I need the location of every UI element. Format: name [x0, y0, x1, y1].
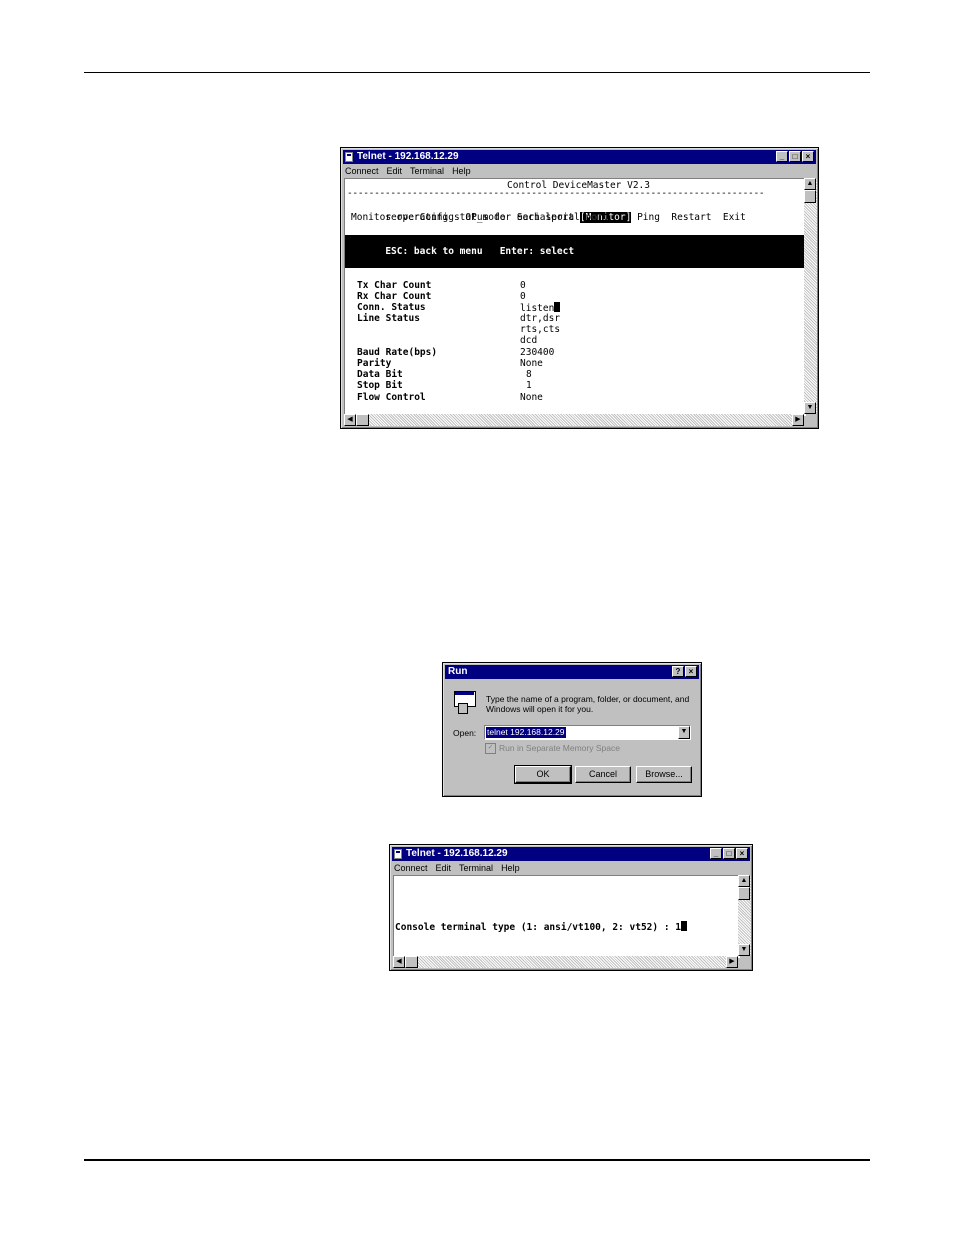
horizontal-scrollbar[interactable]: ◀ ▶ — [344, 414, 804, 426]
text-cursor — [554, 302, 561, 312]
horizontal-scrollbar[interactable]: ◀ ▶ — [393, 956, 738, 968]
text-cursor — [680, 921, 687, 931]
field-value-data-bit: 8 — [526, 369, 532, 380]
menu-description: Monitor operating status for each serial… — [351, 212, 609, 223]
menu-terminal[interactable]: Terminal — [410, 165, 444, 177]
field-label-port-number: Port Number — [357, 258, 420, 269]
terminal-type-prompt: Console terminal type (1: ansi/vt100, 2:… — [395, 921, 687, 933]
terminal-screen[interactable]: Control DeviceMaster V2.3 --------------… — [344, 178, 806, 416]
hscroll-thumb[interactable] — [405, 956, 418, 968]
menu-connect[interactable]: Connect — [394, 862, 428, 874]
telnet-app-icon — [345, 152, 353, 162]
terminal-screen[interactable]: Console terminal type (1: ansi/vt100, 2:… — [393, 875, 740, 958]
telnet-window-monitor: Telnet - 192.168.12.29 _ □ × Connect Edi… — [340, 147, 819, 429]
scroll-left-button[interactable]: ◀ — [393, 956, 405, 968]
scroll-right-button[interactable]: ▶ — [726, 956, 738, 968]
maximize-button[interactable]: □ — [789, 151, 801, 162]
menu-restart[interactable]: Restart — [671, 212, 711, 223]
menu-edit[interactable]: Edit — [436, 862, 452, 874]
open-input[interactable]: telnet 192.168.12.29 — [486, 727, 566, 738]
field-label-rx-count: Rx Char Count — [357, 291, 432, 302]
close-button[interactable]: × — [736, 848, 748, 859]
minimize-button[interactable]: _ — [710, 848, 722, 859]
scroll-right-button[interactable]: ▶ — [792, 414, 804, 426]
field-label-baud-rate: Baud Rate(bps) — [357, 347, 438, 358]
menu-ping[interactable]: Ping — [637, 212, 660, 223]
field-label-parity: Parity — [357, 358, 392, 369]
menu-bar: Connect Edit Terminal Help — [345, 165, 471, 177]
field-value-line-status-1: dtr,dsr — [520, 313, 561, 324]
scroll-left-button[interactable]: ◀ — [344, 414, 356, 426]
ok-button[interactable]: OK — [514, 765, 572, 784]
title-bar[interactable]: Telnet - 192.168.12.29 _ □ × — [343, 150, 816, 164]
footer-rule — [84, 1159, 870, 1161]
menu-edit[interactable]: Edit — [387, 165, 403, 177]
field-value-line-status-3: dcd — [520, 335, 538, 346]
field-value-rx-count: 0 — [520, 291, 526, 302]
menu-exit[interactable]: Exit — [723, 212, 746, 223]
window-title: Telnet - 192.168.12.29 — [357, 151, 459, 162]
field-value-port-number: 1 — [520, 258, 526, 269]
separate-memory-checkbox[interactable]: ✓ — [485, 743, 496, 754]
scroll-up-button[interactable]: ▲ — [804, 178, 816, 190]
hscroll-thumb[interactable] — [356, 414, 369, 426]
browse-button[interactable]: Browse... — [636, 766, 692, 783]
vertical-scrollbar[interactable]: ▲ ▼ — [738, 875, 751, 956]
run-title-bar[interactable]: Run ? × — [445, 665, 699, 679]
scroll-down-button[interactable]: ▼ — [738, 944, 750, 956]
close-button[interactable]: × — [802, 151, 814, 162]
field-value-stop-bit: 1 — [526, 380, 532, 391]
menu-bar: Connect Edit Terminal Help — [394, 862, 520, 874]
run-title: Run — [448, 666, 468, 677]
help-button[interactable]: ? — [672, 666, 684, 677]
menu-help[interactable]: Help — [501, 862, 520, 874]
divider: ----------------------------------------… — [347, 188, 765, 199]
run-program-icon — [454, 691, 476, 714]
field-label-stop-bit: Stop Bit — [357, 380, 403, 391]
scroll-thumb[interactable] — [804, 190, 816, 203]
run-dialog: Run ? × Type the name of a program, fold… — [442, 662, 702, 797]
header-rule — [84, 72, 870, 73]
field-value-line-status-2: rts,cts — [520, 324, 561, 335]
vertical-scrollbar[interactable]: ▲ ▼ — [804, 178, 817, 414]
field-value-parity: None — [520, 358, 543, 369]
scroll-thumb[interactable] — [738, 887, 750, 900]
run-instructions: Type the name of a program, folder, or d… — [486, 694, 690, 714]
field-label-data-bit: Data Bit — [357, 369, 403, 380]
scroll-up-button[interactable]: ▲ — [738, 875, 750, 887]
menu-terminal[interactable]: Terminal — [459, 862, 493, 874]
field-label-conn-status: Conn. Status — [357, 302, 426, 313]
dropdown-arrow-icon[interactable]: ▼ — [678, 726, 690, 739]
cancel-button[interactable]: Cancel — [575, 766, 631, 783]
scroll-down-button[interactable]: ▼ — [804, 402, 816, 414]
telnet-app-icon — [394, 849, 402, 859]
open-label: Open: — [453, 728, 477, 738]
title-bar[interactable]: Telnet - 192.168.12.29 _ □ × — [392, 847, 750, 861]
telnet-window-console: Telnet - 192.168.12.29 _ □ × Connect Edi… — [389, 844, 753, 971]
field-label-tx-count: Tx Char Count — [357, 280, 432, 291]
field-value-tx-count: 0 — [520, 280, 526, 291]
minimize-button[interactable]: _ — [776, 151, 788, 162]
window-title: Telnet - 192.168.12.29 — [406, 848, 508, 859]
maximize-button[interactable]: □ — [723, 848, 735, 859]
field-value-baud-rate: 230400 — [520, 347, 555, 358]
field-value-flow-control: None — [520, 392, 543, 403]
field-label-line-status: Line Status — [357, 313, 420, 324]
close-button[interactable]: × — [685, 666, 697, 677]
separate-memory-label: Run in Separate Memory Space — [499, 743, 620, 753]
menu-connect[interactable]: Connect — [345, 165, 379, 177]
field-label-flow-control: Flow Control — [357, 392, 426, 403]
open-combobox[interactable]: telnet 192.168.12.29 ▼ — [484, 725, 691, 740]
menu-help[interactable]: Help — [452, 165, 471, 177]
